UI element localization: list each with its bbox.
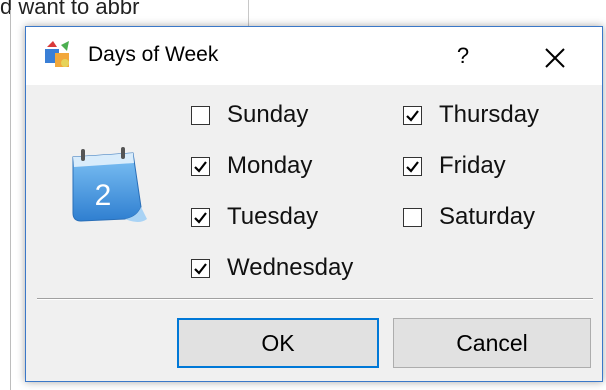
title-bar[interactable]: Days of Week ?: [26, 27, 602, 85]
checkmark-icon: [194, 262, 207, 275]
checkbox-label: Monday: [227, 152, 313, 179]
checkmark-icon: [194, 160, 207, 173]
checkbox-wednesday[interactable]: Wednesday: [191, 253, 353, 283]
checkbox-thursday[interactable]: Thursday: [403, 100, 539, 130]
checkmark-icon: [194, 211, 207, 224]
checkbox-saturday[interactable]: Saturday: [403, 202, 535, 232]
checkmark-icon: [406, 160, 419, 173]
checkbox-box[interactable]: [403, 105, 422, 125]
close-button[interactable]: [530, 35, 580, 77]
checkbox-label: Thursday: [439, 101, 540, 128]
checkbox-label: Wednesday: [227, 254, 354, 281]
calendar-icon: 2: [72, 147, 147, 222]
checkbox-box[interactable]: [403, 156, 422, 176]
checkbox-label: Tuesday: [227, 203, 319, 230]
background-divider: [248, 0, 249, 26]
checkbox-label: Saturday: [439, 203, 536, 230]
dialog-title: Days of Week: [88, 43, 219, 66]
app-icon: [45, 41, 69, 67]
divider: [37, 298, 593, 300]
checkbox-monday[interactable]: Monday: [191, 151, 312, 181]
checkbox-box[interactable]: [191, 105, 210, 125]
days-of-week-dialog: Days of Week ? 2 Sunday Monday Tuesday W…: [25, 26, 603, 382]
checkbox-friday[interactable]: Friday: [403, 151, 506, 181]
checkmark-icon: [406, 109, 419, 122]
checkbox-label: Friday: [439, 152, 506, 179]
checkbox-box[interactable]: [191, 156, 210, 176]
checkbox-sunday[interactable]: Sunday: [191, 100, 308, 130]
checkbox-box[interactable]: [403, 207, 422, 227]
cancel-button[interactable]: Cancel: [393, 318, 591, 368]
checkbox-box[interactable]: [191, 207, 210, 227]
close-icon: [545, 48, 565, 68]
checkbox-box[interactable]: [191, 258, 210, 278]
checkbox-label: Sunday: [227, 101, 309, 128]
background-window-text: d want to abbr: [0, 0, 140, 19]
checkbox-tuesday[interactable]: Tuesday: [191, 202, 318, 232]
calendar-number: 2: [95, 179, 112, 212]
ok-button[interactable]: OK: [177, 318, 379, 368]
help-button[interactable]: ?: [438, 35, 488, 77]
